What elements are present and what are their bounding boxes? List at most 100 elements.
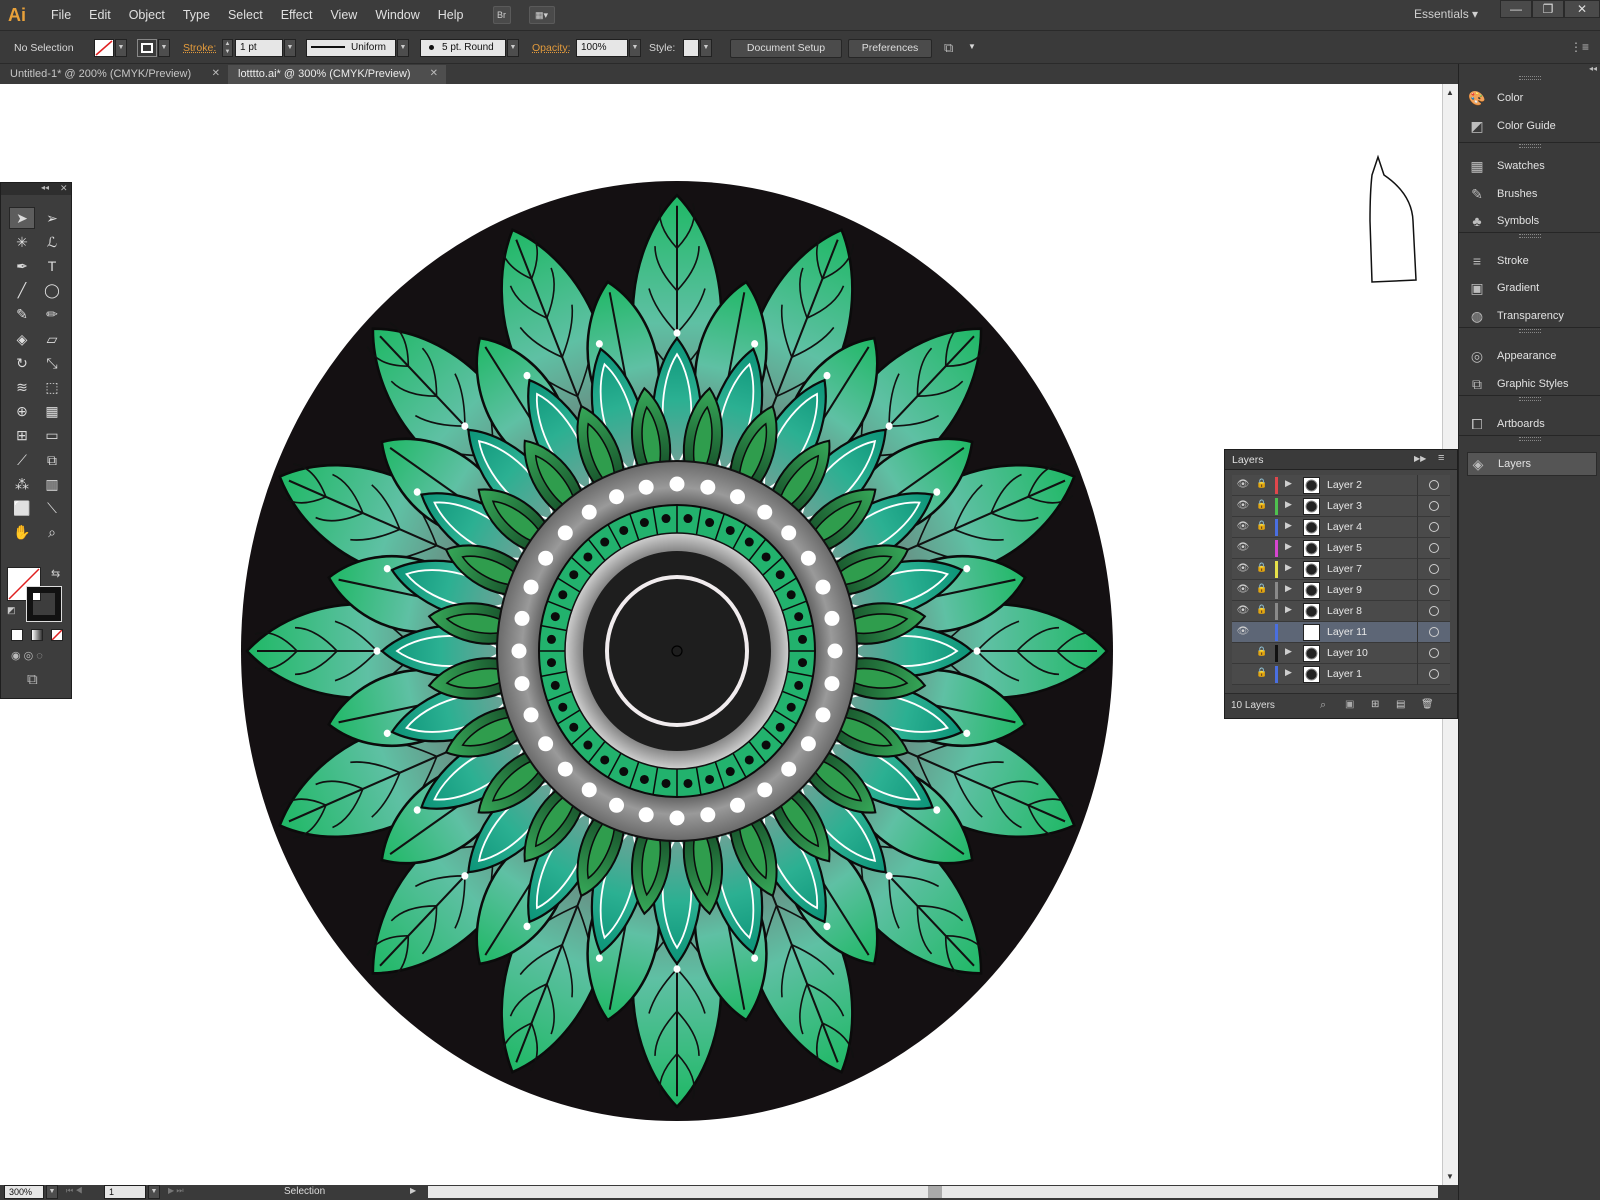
layer-row[interactable]: 👁 Layer 11: [1232, 622, 1450, 643]
visibility-eye-icon[interactable]: 👁: [1235, 626, 1251, 638]
dock-stroke[interactable]: ≡ Stroke: [1467, 249, 1597, 273]
collapse-icon[interactable]: ◂◂: [41, 183, 49, 192]
next-artboard-icon[interactable]: ▶ ⏭: [168, 1186, 184, 1196]
expand-arrow-icon[interactable]: ▶: [1285, 583, 1295, 594]
visibility-eye-icon[interactable]: 👁: [1235, 521, 1251, 533]
layer-row[interactable]: 👁 🔒 ▶ Layer 3: [1232, 496, 1450, 517]
new-sublayer-icon[interactable]: ⊞: [1371, 699, 1379, 710]
document-setup-button[interactable]: Document Setup: [730, 39, 842, 58]
pencil-tool[interactable]: ✏: [39, 304, 65, 326]
stroke-profile-dropdown[interactable]: ▼: [397, 39, 409, 57]
style-dropdown[interactable]: ▼: [700, 39, 712, 57]
close-window-button[interactable]: ✕: [1564, 0, 1600, 18]
dock-layers[interactable]: ◈ Layers: [1467, 452, 1597, 476]
brush-definition[interactable]: 5 pt. Round: [420, 39, 506, 57]
selection-tool[interactable]: ➤: [9, 207, 35, 229]
horizontal-scrollbar[interactable]: [428, 1186, 1438, 1198]
status-menu-icon[interactable]: ▶: [410, 1186, 416, 1195]
artboard-number-field[interactable]: 1: [104, 1185, 146, 1199]
target-circle-icon[interactable]: [1429, 627, 1439, 637]
visibility-eye-icon[interactable]: 👁: [1235, 605, 1251, 617]
line-segment-tool[interactable]: ╱: [9, 280, 35, 302]
zoom-dropdown[interactable]: ▼: [46, 1185, 58, 1199]
expand-arrow-icon[interactable]: ▶: [1285, 562, 1295, 573]
none-mode-icon[interactable]: [51, 629, 63, 641]
default-colors-icon[interactable]: ◩: [7, 605, 16, 616]
expand-arrow-icon[interactable]: ▶: [1285, 478, 1295, 489]
blob-brush-tool[interactable]: ◈: [9, 328, 35, 350]
target-circle-icon[interactable]: [1429, 543, 1439, 553]
tab-untitled-1[interactable]: Untitled-1* @ 200% (CMYK/Preview) ✕: [0, 65, 228, 84]
screen-mode-icon[interactable]: ⧉: [27, 671, 38, 688]
hand-tool[interactable]: ✋: [9, 522, 35, 544]
lock-icon[interactable]: 🔒: [1255, 604, 1269, 618]
rotate-tool[interactable]: ↻: [9, 352, 35, 374]
dock-color[interactable]: 🎨 Color: [1467, 86, 1597, 110]
menu-view[interactable]: View: [321, 0, 366, 30]
slice-tool[interactable]: ⟍: [39, 497, 65, 519]
horizontal-scroll-thumb[interactable]: [928, 1186, 942, 1198]
visibility-eye-icon[interactable]: 👁: [1235, 542, 1251, 554]
layer-row[interactable]: 👁 🔒 ▶ Layer 4: [1232, 517, 1450, 538]
layer-row[interactable]: 👁 ▶ Layer 5: [1232, 538, 1450, 559]
gradient-mode-icon[interactable]: [31, 629, 43, 641]
stroke-weight-field[interactable]: 1 pt: [235, 39, 283, 57]
shape-builder-tool[interactable]: ⊕: [9, 401, 35, 423]
stroke-color-box[interactable]: [26, 586, 62, 622]
expand-arrow-icon[interactable]: ▶: [1285, 541, 1295, 552]
dock-graphic-styles[interactable]: ⧉ Graphic Styles: [1467, 372, 1597, 396]
lock-icon[interactable]: 🔒: [1255, 520, 1269, 534]
target-circle-icon[interactable]: [1429, 648, 1439, 658]
lasso-tool[interactable]: ℒ: [39, 231, 65, 253]
expand-arrow-icon[interactable]: ▶: [1285, 520, 1295, 531]
ellipse-tool[interactable]: ◯: [39, 280, 65, 302]
lock-icon[interactable]: 🔒: [1255, 583, 1269, 597]
expand-panel-icon[interactable]: ▶▶: [1414, 454, 1426, 463]
gradient-tool[interactable]: ▭: [39, 425, 65, 447]
artboard-dropdown[interactable]: ▼: [148, 1185, 160, 1199]
opacity-field[interactable]: 100%: [576, 39, 628, 57]
target-circle-icon[interactable]: [1429, 480, 1439, 490]
first-artboard-icon[interactable]: ⏮ ◀: [66, 1186, 83, 1196]
dock-grip[interactable]: [1519, 329, 1541, 333]
target-circle-icon[interactable]: [1429, 669, 1439, 679]
stroke-color-dropdown[interactable]: ▼: [158, 39, 170, 57]
dock-artboards[interactable]: ⧠ Artboards: [1467, 412, 1597, 436]
layer-row[interactable]: 👁 🔒 ▶ Layer 2: [1232, 475, 1450, 496]
lock-icon[interactable]: 🔒: [1255, 562, 1269, 576]
expand-arrow-icon[interactable]: ▶: [1285, 646, 1295, 657]
menu-file[interactable]: File: [42, 0, 80, 30]
layer-row[interactable]: 👁 🔒 ▶ Layer 8: [1232, 601, 1450, 622]
lock-icon[interactable]: [1255, 541, 1269, 555]
target-circle-icon[interactable]: [1429, 522, 1439, 532]
stroke-label[interactable]: Stroke:: [183, 42, 216, 54]
fill-dropdown[interactable]: ▼: [115, 39, 127, 57]
delete-layer-icon[interactable]: 🗑: [1421, 699, 1434, 710]
symbol-sprayer-tool[interactable]: ⁂: [9, 473, 35, 495]
layer-row[interactable]: 🔒 ▶ Layer 1: [1232, 664, 1450, 685]
visibility-eye-icon[interactable]: 👁: [1235, 500, 1251, 512]
scroll-down-icon[interactable]: ▼: [1446, 1172, 1454, 1181]
lock-icon[interactable]: 🔒: [1255, 646, 1269, 660]
fill-swatch[interactable]: [94, 39, 114, 57]
perspective-grid-tool[interactable]: ▦: [39, 401, 65, 423]
dock-grip[interactable]: [1519, 234, 1541, 238]
layer-name[interactable]: Layer 2: [1327, 479, 1362, 491]
visibility-eye-icon[interactable]: 👁: [1235, 584, 1251, 596]
menu-object[interactable]: Object: [120, 0, 174, 30]
layer-name[interactable]: Layer 9: [1327, 584, 1362, 596]
lock-icon[interactable]: [1255, 625, 1269, 639]
blend-tool[interactable]: ⧉: [39, 449, 65, 471]
direct-selection-tool[interactable]: ➢: [39, 207, 65, 229]
mesh-tool[interactable]: ⊞: [9, 425, 35, 447]
shape-outline[interactable]: [1369, 154, 1417, 283]
close-icon[interactable]: ✕: [60, 183, 68, 194]
arrange-icon[interactable]: ⧉: [944, 40, 953, 56]
artboard-tool[interactable]: ⬜: [9, 497, 35, 519]
free-transform-tool[interactable]: ⬚: [39, 376, 65, 398]
restore-button[interactable]: ❐: [1532, 0, 1564, 18]
new-layer-icon[interactable]: ▤: [1396, 699, 1405, 710]
graphic-style-swatch[interactable]: [683, 39, 699, 57]
workspace-switcher[interactable]: Essentials ▾: [1414, 7, 1478, 21]
preferences-button[interactable]: Preferences: [848, 39, 932, 58]
